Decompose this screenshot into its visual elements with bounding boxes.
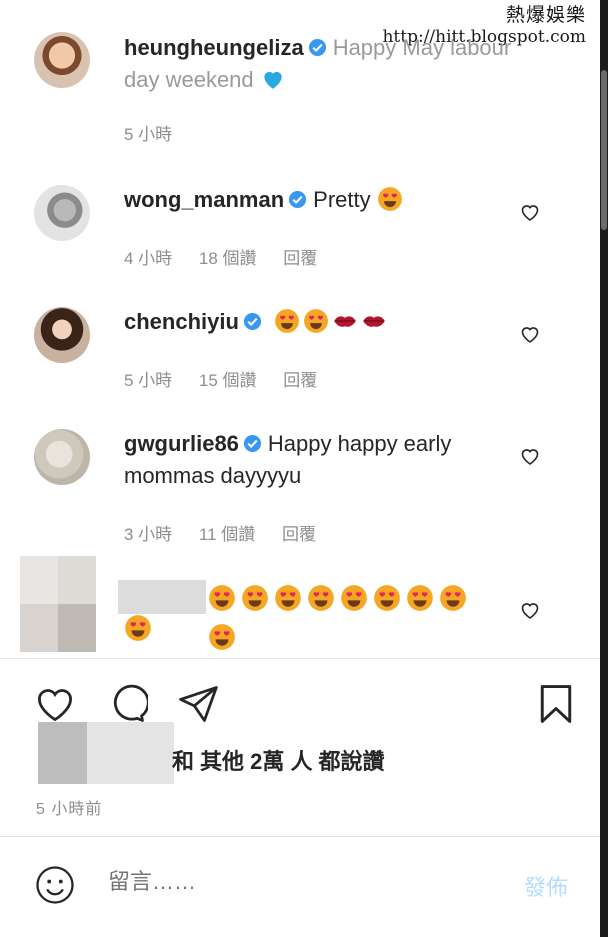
comment-likes[interactable]: 11 個讚 <box>199 525 255 544</box>
comment-text: gwgurlie86 Happy happy early mommas dayyy… <box>124 428 514 492</box>
like-comment-icon[interactable] <box>518 200 542 224</box>
avatar[interactable] <box>34 307 90 363</box>
blurred-liker-avatar <box>38 722 174 784</box>
heart-eyes-icon <box>274 584 302 617</box>
likes-others[interactable]: 其他 2萬 人 <box>200 749 312 774</box>
comment-meta: 5 小時 15 個讚 回覆 <box>124 366 339 391</box>
heart-eyes-icon <box>307 584 335 617</box>
verified-badge-icon <box>308 38 326 57</box>
avatar[interactable] <box>34 429 90 485</box>
comment-time: 5 小時 <box>124 125 173 144</box>
comment-username[interactable]: wong_manman <box>124 187 284 212</box>
kiss-lips-icon <box>363 316 385 327</box>
heart-eyes-icon <box>373 584 401 617</box>
comment-bubble-icon[interactable] <box>104 682 148 726</box>
heart-eyes-icon <box>340 584 368 617</box>
emoji-row <box>125 584 498 662</box>
watermark-title: 熱爆娛樂 <box>505 4 586 26</box>
scrollbar-thumb[interactable] <box>601 70 607 230</box>
blue-heart-icon <box>264 71 282 89</box>
comment-meta: 4 小時 18 個讚 回覆 <box>124 244 339 269</box>
blurred-avatar <box>20 556 96 652</box>
comment-item: gwgurlie86 Happy happy early mommas dayyy… <box>0 424 600 554</box>
comment-text: chenchiyiu <box>124 306 514 338</box>
comment-time: 3 小時 <box>124 525 173 544</box>
verified-badge-icon <box>243 312 261 331</box>
comment-body: Pretty <box>313 187 371 212</box>
comment-item <box>0 556 600 656</box>
comments-panel: 熱爆娛樂 http://hitt.blogspot.com heungheung… <box>0 0 600 937</box>
heart-eyes-icon <box>377 187 402 211</box>
blurred-username <box>118 580 206 614</box>
reply-button[interactable]: 回覆 <box>283 249 317 268</box>
heart-eyes-icon <box>406 584 434 617</box>
likes-suffix: 都說讚 <box>318 749 385 774</box>
heart-eyes-icon <box>275 309 299 333</box>
reply-button[interactable]: 回覆 <box>282 525 316 544</box>
verified-badge-icon <box>289 190 307 209</box>
heart-eyes-icon <box>439 584 467 617</box>
smiley-icon[interactable] <box>34 864 76 906</box>
avatar[interactable] <box>34 185 90 241</box>
paper-plane-icon[interactable] <box>176 682 220 726</box>
likes-and: 和 <box>172 749 195 774</box>
divider <box>0 658 600 659</box>
comment-time: 5 小時 <box>124 371 173 390</box>
like-comment-icon[interactable] <box>518 444 542 468</box>
heart-eyes-icon <box>124 614 152 647</box>
comment-username[interactable]: heungheungeliza <box>124 35 304 60</box>
likes-summary[interactable]: 和其他 2萬 人都說讚 <box>172 744 391 776</box>
divider <box>0 836 600 837</box>
post-time: 5 小時前 <box>36 801 103 818</box>
bookmark-icon[interactable] <box>534 682 578 726</box>
comment-text: wong_manman Pretty <box>124 184 514 216</box>
heart-outline-icon[interactable] <box>33 682 77 726</box>
comment-username[interactable]: chenchiyiu <box>124 309 239 334</box>
avatar[interactable] <box>34 32 90 88</box>
comment-likes[interactable]: 15 個讚 <box>199 371 257 390</box>
comment-item: heungheungeliza Happy May labour day week… <box>0 30 600 160</box>
like-comment-icon[interactable] <box>518 322 542 346</box>
comment-text: heungheungeliza Happy May labour day week… <box>124 32 514 96</box>
comment-meta: 5 小時 <box>124 120 194 145</box>
kiss-lips-icon <box>334 316 356 327</box>
heart-eyes-icon <box>304 309 328 333</box>
comment-likes[interactable]: 18 個讚 <box>199 249 257 268</box>
comment-item: chenchiyiu 5 小時 15 個讚 回覆 <box>0 302 600 402</box>
heart-eyes-icon <box>208 623 236 656</box>
reply-button[interactable]: 回覆 <box>283 371 317 390</box>
comment-time: 4 小時 <box>124 249 173 268</box>
comment-item: wong_manman Pretty 4 小時 18 個讚 回覆 <box>0 180 600 280</box>
comment-username[interactable]: gwgurlie86 <box>124 431 239 456</box>
like-comment-icon[interactable] <box>518 598 542 622</box>
scrollbar[interactable] <box>600 0 608 937</box>
comment-input[interactable] <box>106 868 490 896</box>
verified-badge-icon <box>243 434 261 453</box>
comment-meta: 3 小時 11 個讚 回覆 <box>124 520 338 545</box>
post-button[interactable]: 發佈 <box>524 870 568 902</box>
heart-eyes-icon <box>241 584 269 617</box>
heart-eyes-icon <box>208 584 236 617</box>
